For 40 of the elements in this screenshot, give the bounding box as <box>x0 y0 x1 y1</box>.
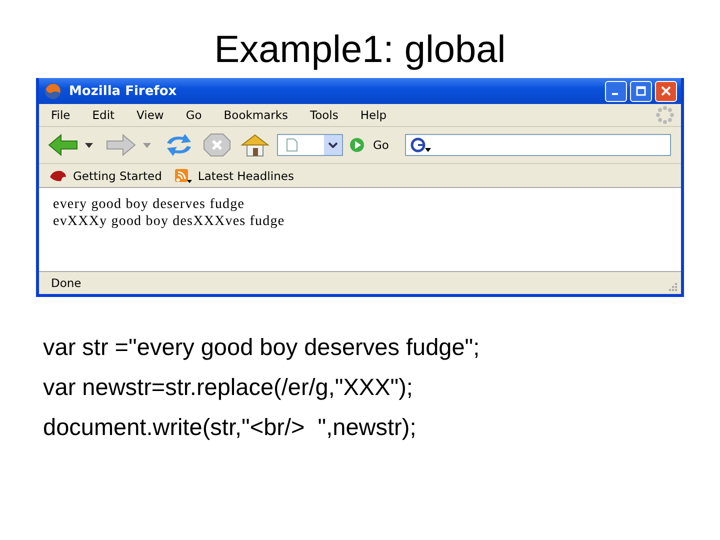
minimize-icon <box>612 93 618 95</box>
maximize-button[interactable] <box>630 80 652 102</box>
chevron-down-icon <box>328 142 338 148</box>
search-engine-icon <box>410 137 432 153</box>
play-icon <box>349 137 365 153</box>
dropdown-caret-icon[interactable] <box>85 142 93 148</box>
rss-feed-icon <box>174 168 192 182</box>
menu-item[interactable]: Edit <box>92 108 115 122</box>
back-arrow-icon[interactable] <box>47 133 79 157</box>
forward-arrow-icon[interactable] <box>105 133 137 157</box>
bookmark-item[interactable]: Latest Headlines <box>174 168 294 182</box>
menu-item[interactable]: Help <box>360 108 387 122</box>
minimize-button[interactable] <box>605 80 627 102</box>
search-field[interactable] <box>404 134 671 156</box>
stop-icon[interactable] <box>201 133 233 157</box>
bookmark-item[interactable]: Getting Started <box>49 168 162 182</box>
dropdown-button[interactable] <box>324 135 342 155</box>
address-field[interactable] <box>277 134 343 156</box>
home-icon[interactable] <box>239 133 271 157</box>
code-line: var newstr=str.replace(/er/g,"XXX"); <box>43 373 414 402</box>
menu-item[interactable]: View <box>136 108 164 122</box>
menu-item[interactable]: File <box>51 108 70 122</box>
close-button[interactable] <box>655 80 677 102</box>
globe-fox-icon <box>43 81 63 101</box>
menu-item[interactable]: Bookmarks <box>224 108 288 122</box>
page-text: evXXXy good boy desXXXves fudge <box>53 213 286 230</box>
close-icon <box>661 86 671 96</box>
throbber-icon <box>655 105 675 125</box>
resize-grip-icon[interactable] <box>668 282 678 292</box>
go-button[interactable]: Go <box>349 137 389 153</box>
code-line: var str ="every good boy deserves fudge"; <box>43 333 480 362</box>
status-text: Done <box>51 276 82 290</box>
slide-title: Example1: global <box>214 28 506 72</box>
page-icon <box>286 138 298 152</box>
menu-item[interactable]: Go <box>186 108 202 122</box>
window-title: Mozilla Firefox <box>69 84 178 98</box>
code-line: document.write(str,"<br/> ",newstr); <box>43 413 418 442</box>
maximize-icon <box>636 86 646 96</box>
menu-item[interactable]: Tools <box>310 108 338 122</box>
page-text: every good boy deserves fudge <box>53 196 246 213</box>
